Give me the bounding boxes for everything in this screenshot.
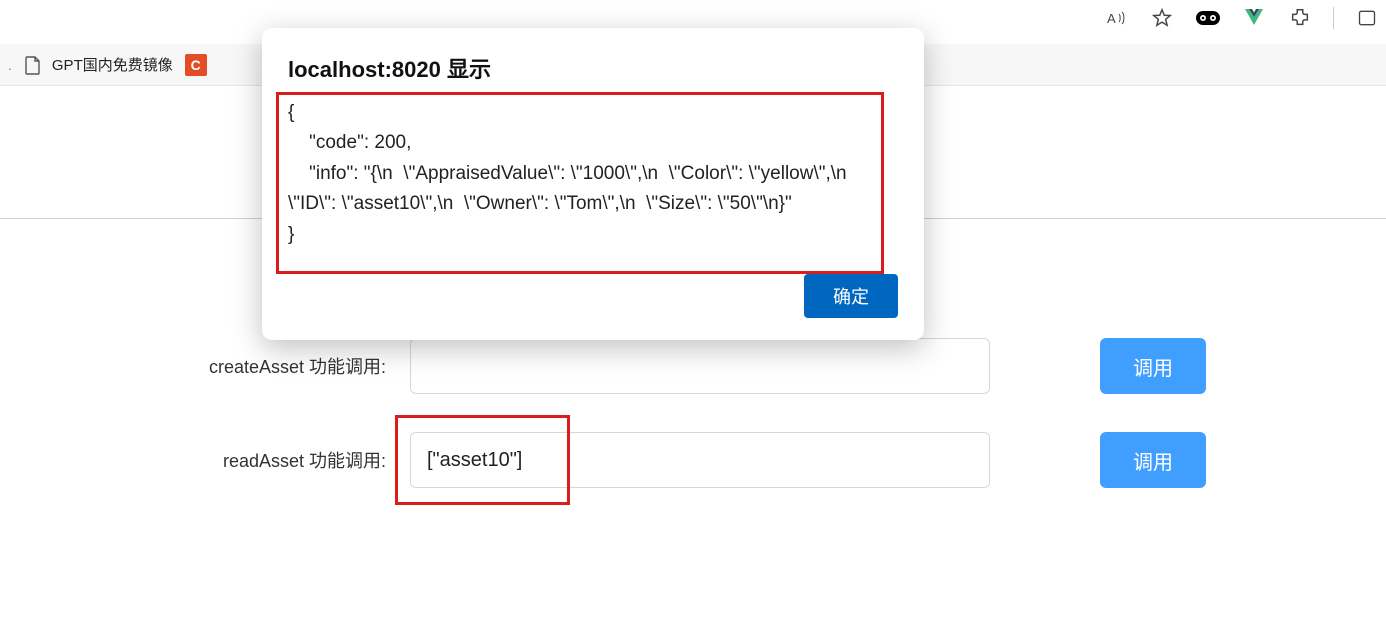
vue-icon[interactable] <box>1241 5 1267 31</box>
create-asset-call-button[interactable]: 调用 <box>1100 338 1206 394</box>
create-asset-input[interactable] <box>410 338 990 394</box>
js-alert-dialog: localhost:8020 显示 { "code": 200, "info":… <box>262 28 924 340</box>
read-asset-call-button[interactable]: 调用 <box>1100 432 1206 488</box>
alert-title: localhost:8020 显示 <box>288 52 898 84</box>
favorite-star-icon[interactable] <box>1149 5 1175 31</box>
read-aloud-icon[interactable]: A <box>1103 5 1129 31</box>
read-asset-label: readAsset 功能调用: <box>160 447 390 473</box>
bookmark-item-gpt[interactable]: GPT国内免费镜像 <box>24 54 173 75</box>
toolbar-divider <box>1333 7 1334 29</box>
bookmark-label: GPT国内免费镜像 <box>52 54 173 75</box>
alert-body: { "code": 200, "info": "{\n \"AppraisedV… <box>288 98 898 258</box>
read-asset-row: readAsset 功能调用: 调用 <box>160 432 1206 488</box>
extensions-icon[interactable] <box>1287 5 1313 31</box>
read-asset-input[interactable] <box>410 432 990 488</box>
bookmarks-leading-dot: . <box>8 57 12 73</box>
create-asset-label: createAsset 功能调用: <box>160 353 390 379</box>
bookmark-c-icon[interactable]: C <box>185 54 207 76</box>
split-screen-icon[interactable] <box>1354 5 1380 31</box>
alert-actions: 确定 <box>288 274 898 318</box>
eyes-icon[interactable] <box>1195 5 1221 31</box>
svg-text:A: A <box>1107 11 1116 26</box>
create-asset-row: createAsset 功能调用: 调用 <box>160 338 1206 394</box>
browser-toolbar-icons: A <box>1103 4 1380 32</box>
file-icon <box>24 55 42 75</box>
alert-confirm-button[interactable]: 确定 <box>804 274 898 318</box>
